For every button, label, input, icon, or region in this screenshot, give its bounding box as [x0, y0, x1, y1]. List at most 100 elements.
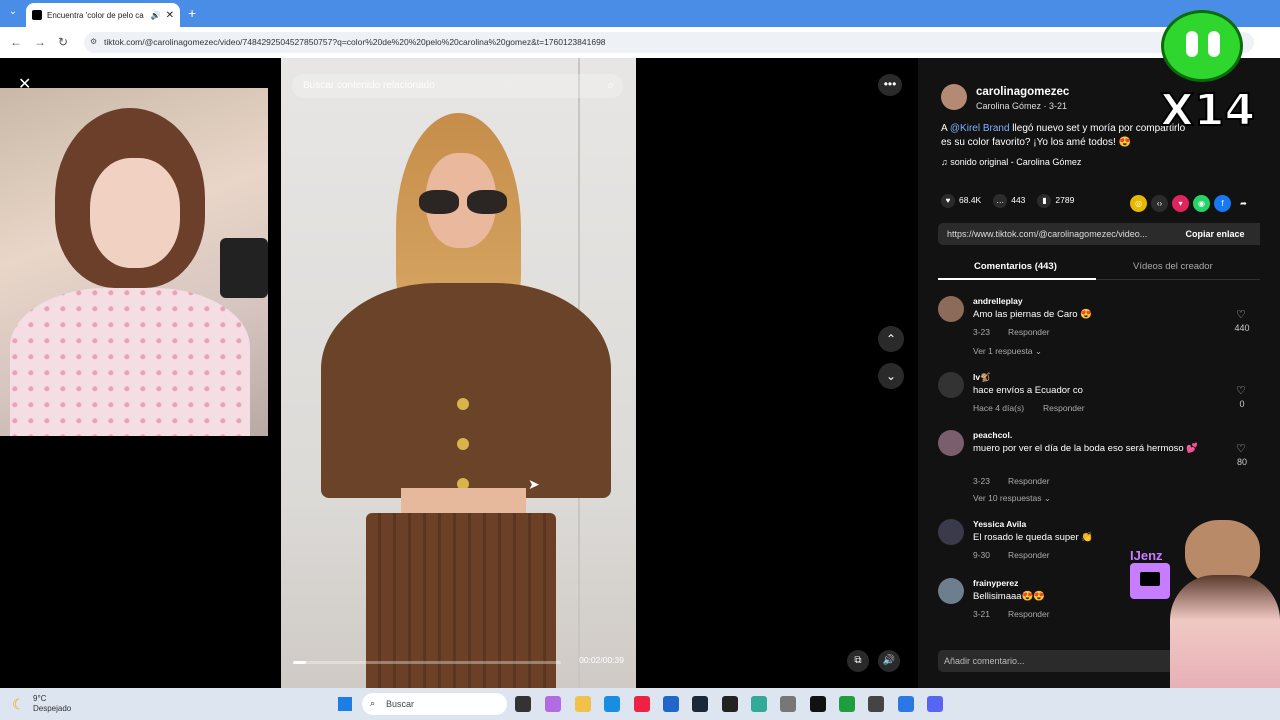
creator-avatar[interactable] [941, 84, 967, 110]
sound-link[interactable]: ♫ sonido original - Carolina Gómez [941, 157, 1081, 167]
discord-icon[interactable] [927, 696, 943, 712]
speaker-icon[interactable]: 🔊 [151, 11, 161, 20]
tab-list-icon[interactable]: ⌄ [6, 6, 20, 20]
app-green-icon[interactable] [839, 696, 855, 712]
terminal-icon[interactable] [722, 696, 738, 712]
site-info-icon[interactable]: ⚙ [90, 37, 97, 46]
weather-icon[interactable]: ☾ [12, 696, 25, 713]
copy-link-button[interactable]: Copiar enlace [1170, 223, 1260, 245]
comment-like-icon[interactable]: ♡ [1236, 308, 1246, 321]
creator-username[interactable]: carolinagomezec [976, 86, 1069, 98]
reply-button[interactable]: Responder [1008, 476, 1050, 486]
comment-date: 3-23 [973, 476, 991, 486]
coin-icon[interactable]: ◎ [1130, 195, 1147, 212]
combo-counter: X14 [1159, 84, 1256, 137]
vtuber-avatar [1170, 575, 1280, 688]
microphone-icon [220, 238, 268, 298]
comment-date: 9-30 [973, 550, 991, 560]
mouse-cursor-icon: ➤ [528, 476, 540, 492]
comment-user[interactable]: andrelleplay [973, 296, 1023, 306]
weather-temp[interactable]: 9°C [33, 694, 46, 703]
commenter-avatar[interactable] [938, 372, 964, 398]
reply-button[interactable]: Responder [1008, 609, 1050, 619]
green-face-icon [1161, 10, 1243, 82]
commenter-avatar[interactable] [938, 430, 964, 456]
previous-video-icon[interactable]: ⌃ [878, 326, 904, 352]
taskbar-search[interactable]: Buscar [362, 693, 507, 715]
comment-text: hace envíos a Ecuador co [973, 385, 1083, 396]
volume-icon[interactable]: 🔊 [878, 650, 900, 672]
steam-icon[interactable] [692, 696, 708, 712]
chrome-2-icon[interactable] [751, 696, 767, 712]
combo-overlay: X14 [1155, 10, 1256, 150]
comment-user[interactable]: Yessica Avila [973, 519, 1026, 529]
time-display: 00:02/00:39 [579, 655, 624, 665]
reply-button[interactable]: Responder [1008, 327, 1050, 337]
view-replies-button[interactable]: Ver 1 respuesta ⌄ [973, 346, 1042, 357]
reply-button[interactable]: Responder [1008, 550, 1050, 560]
reply-button[interactable]: Responder [1043, 403, 1085, 413]
comment-button[interactable]: … 443 [993, 194, 1025, 208]
app-blue-icon[interactable] [898, 696, 914, 712]
comment-date: 3-23 [973, 327, 991, 337]
tab-comments[interactable]: Comentarios (443) [974, 261, 1057, 272]
forward-icon[interactable]: → [34, 35, 46, 49]
mention-link[interactable]: @Kirel Brand [950, 123, 1010, 134]
browser-tab[interactable]: Encuentra 'color de pelo ca 🔊 ✕ [26, 3, 180, 27]
like-button[interactable]: ♥ 68.4K [941, 194, 981, 208]
post-stats: ♥ 68.4K … 443 ▮ 2789 [941, 194, 1074, 208]
epic-games-icon[interactable] [810, 696, 826, 712]
copilot-icon[interactable] [545, 696, 561, 712]
video-player[interactable]: Buscar contenido relacionado ⌕ 00:02/00:… [281, 58, 636, 688]
comment-user[interactable]: frainyperez [973, 578, 1018, 588]
share-arrow-icon[interactable]: ➦ [1235, 195, 1252, 212]
search-input[interactable]: Buscar contenido relacionado [292, 74, 623, 98]
comment-date: 3-21 [973, 609, 991, 619]
commenter-avatar[interactable] [938, 519, 964, 545]
comment-text: muero por ver el día de la boda eso será… [973, 443, 1199, 454]
windows-start-icon[interactable] [338, 697, 352, 711]
share-icons: ◎ ‹› ▾ ◉ f ➦ [1130, 195, 1252, 212]
reload-icon[interactable]: ↻ [58, 35, 68, 49]
comment-user[interactable]: peachcol. [973, 430, 1012, 440]
back-icon[interactable]: ← [10, 35, 22, 49]
view-replies-button[interactable]: Ver 10 respuestas ⌄ [973, 493, 1051, 504]
twitch-icon [1130, 563, 1170, 599]
tab-title: Encuentra 'color de pelo ca [47, 10, 144, 20]
comment-user[interactable]: lv🐒 [973, 372, 991, 383]
file-explorer-icon[interactable] [575, 696, 591, 712]
chrome-icon[interactable] [634, 696, 650, 712]
send-icon[interactable]: ▾ [1172, 195, 1189, 212]
comment-like-count: 0 [1239, 399, 1245, 409]
floating-player-icon[interactable]: ⧉ [847, 650, 869, 672]
bookmark-icon: ▮ [1037, 194, 1052, 208]
commenter-avatar[interactable] [938, 578, 964, 604]
task-view-icon[interactable] [515, 696, 531, 712]
weather-desc[interactable]: Despejado [33, 704, 71, 713]
creator-subtitle: Carolina Gómez · 3-21 [976, 101, 1068, 111]
settings-icon[interactable] [780, 696, 796, 712]
address-bar: ← → ↻ tiktok.com/@carolinagomezec/video/… [0, 27, 1280, 58]
url-field[interactable]: tiktok.com/@carolinagomezec/video/748429… [84, 32, 1254, 53]
obs-icon[interactable] [868, 696, 884, 712]
progress-bar[interactable] [293, 661, 561, 664]
more-options-icon[interactable]: ••• [878, 74, 902, 96]
save-button[interactable]: ▮ 2789 [1037, 194, 1074, 208]
embed-icon[interactable]: ‹› [1151, 195, 1168, 212]
whatsapp-icon[interactable]: ◉ [1193, 195, 1210, 212]
streamer-name: IJenz [1130, 548, 1163, 563]
comment-like-icon[interactable]: ♡ [1236, 442, 1246, 455]
next-video-icon[interactable]: ⌄ [878, 363, 904, 389]
tab-close-icon[interactable]: ✕ [166, 10, 174, 21]
comment-like-icon[interactable]: ♡ [1236, 384, 1246, 397]
heart-icon: ♥ [941, 194, 955, 208]
edge-icon[interactable] [604, 696, 620, 712]
new-tab-button[interactable]: + [188, 5, 196, 21]
tab-creator-videos[interactable]: Vídeos del creador [1133, 261, 1213, 272]
commenter-avatar[interactable] [938, 296, 964, 322]
store-icon[interactable] [663, 696, 679, 712]
search-icon[interactable]: ⌕ [607, 78, 614, 93]
comment-like-count: 80 [1236, 457, 1247, 467]
facebook-icon[interactable]: f [1214, 195, 1231, 212]
tiktok-page: ✕ Buscar contenido relacionado ⌕ 00:02/0… [0, 58, 1280, 688]
